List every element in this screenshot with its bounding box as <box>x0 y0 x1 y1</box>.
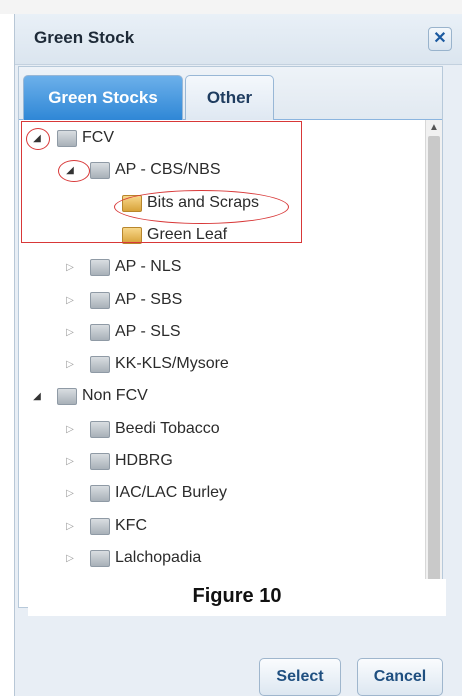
tree-item[interactable]: ▷ AP - NLS <box>19 258 419 282</box>
tree-item[interactable]: ▷ AP - SLS <box>19 323 419 347</box>
collapsed-arrow-icon[interactable]: ▷ <box>64 327 76 339</box>
annotation-ellipse-bits-and-scraps <box>114 190 289 224</box>
folder-icon <box>90 259 110 277</box>
tree-item[interactable]: ▷ Beedi Tobacco <box>19 420 419 444</box>
close-button[interactable]: ✕ <box>428 27 452 51</box>
folder-icon <box>90 323 110 341</box>
cancel-button[interactable]: Cancel <box>357 658 443 696</box>
folder-icon <box>90 549 110 567</box>
dialog-header: Green Stock ✕ <box>15 14 462 65</box>
scroll-thumb[interactable] <box>428 136 440 591</box>
tab-bar: Green Stocks Other <box>19 67 442 120</box>
tab-other[interactable]: Other <box>185 75 274 120</box>
folder-icon <box>90 453 110 470</box>
collapsed-arrow-icon[interactable]: ▷ <box>64 488 76 500</box>
tree-item[interactable]: ▷ HDBRG <box>19 452 419 476</box>
folder-icon <box>90 420 110 438</box>
tree-item-label: Lalchopadia <box>115 548 202 566</box>
tree-item-label: KK-KLS/Mysore <box>115 355 229 373</box>
figure-caption-strip: Figure 10 <box>28 579 446 616</box>
tree-item-label: AP - SBS <box>115 290 183 308</box>
folder-icon <box>90 291 110 309</box>
folder-icon <box>90 485 110 503</box>
annotation-ellipse-ap-toggle <box>58 160 90 182</box>
figure-caption: Figure 10 <box>192 585 282 607</box>
collapsed-arrow-icon[interactable]: ▷ <box>64 553 76 565</box>
tree-item-label: HDBRG <box>115 452 173 469</box>
expanded-arrow-icon[interactable]: ◢ <box>31 391 43 403</box>
scroll-up-arrow-icon[interactable]: ▲ <box>426 120 442 136</box>
collapsed-arrow-icon[interactable]: ▷ <box>64 262 76 274</box>
annotation-ellipse-fcv-toggle <box>26 128 50 150</box>
tree-item[interactable]: ▷ AP - SBS <box>19 291 419 315</box>
tree-scrollbar[interactable]: ▲ ▼ <box>425 120 442 607</box>
tree-item-label: AP - NLS <box>115 258 182 276</box>
tab-green-stocks[interactable]: Green Stocks <box>23 75 183 120</box>
tree-view: ◢ FCV ◢ AP - CBS/NBS Bits and Scraps Green Le… <box>19 120 426 607</box>
tree-item[interactable]: ▷ KFC <box>19 517 419 541</box>
collapsed-arrow-icon[interactable]: ▷ <box>64 424 76 436</box>
collapsed-arrow-icon[interactable]: ▷ <box>64 295 76 307</box>
dialog-title: Green Stock <box>34 28 135 47</box>
folder-icon <box>90 356 110 374</box>
tree-item-label: Non FCV <box>82 387 148 405</box>
tree-item[interactable]: ▷ IAC/LAC Burley <box>19 484 419 508</box>
collapsed-arrow-icon[interactable]: ▷ <box>64 359 76 371</box>
tree-item[interactable]: ▷ KK-KLS/Mysore <box>19 355 419 379</box>
tab-panel: Green Stocks Other ◢ FCV ◢ AP - CBS/NBS Bits… <box>18 66 443 608</box>
tree-item-label: Beedi Tobacco <box>115 419 220 437</box>
top-strip <box>0 0 462 14</box>
folder-icon <box>90 517 110 535</box>
tree-item[interactable]: ▷ Lalchopadia <box>19 549 419 573</box>
folder-icon <box>57 388 77 406</box>
green-stock-dialog: Green Stock ✕ Green Stocks Other ◢ FCV ◢ AP… <box>14 14 462 696</box>
close-icon: ✕ <box>433 30 447 47</box>
collapsed-arrow-icon[interactable]: ▷ <box>64 521 76 533</box>
annotation-highlight-box <box>21 121 302 243</box>
select-button[interactable]: Select <box>259 658 341 696</box>
tree-item[interactable]: ◢ Non FCV <box>19 387 419 411</box>
tree-item-label: KFC <box>115 516 147 534</box>
tree-item-label: AP - SLS <box>115 322 181 340</box>
collapsed-arrow-icon[interactable]: ▷ <box>64 456 76 468</box>
tree-item-label: IAC/LAC Burley <box>115 484 228 502</box>
